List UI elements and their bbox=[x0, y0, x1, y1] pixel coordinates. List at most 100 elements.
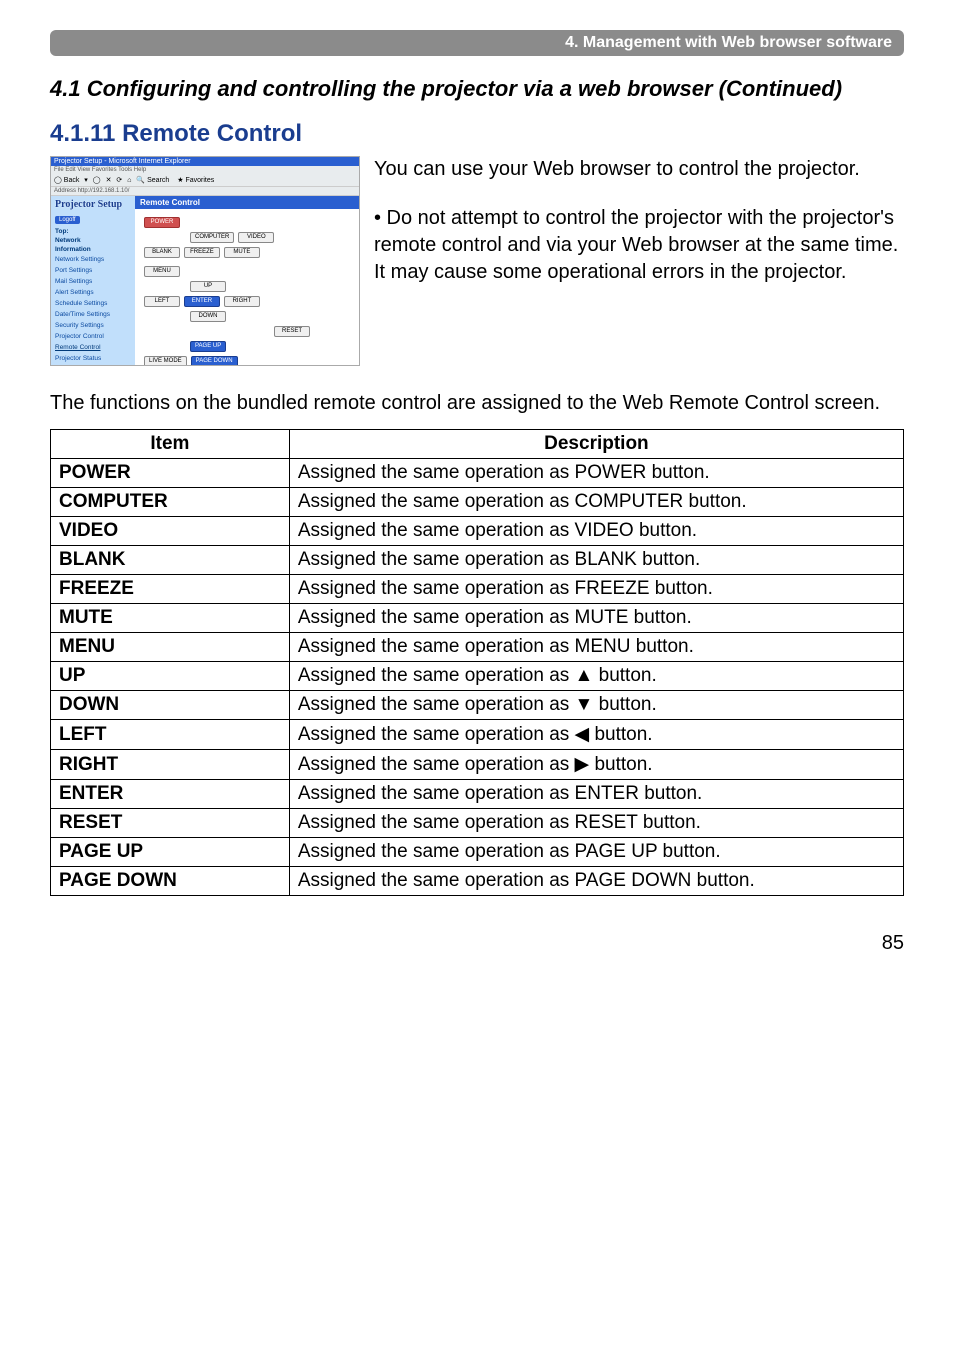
table-cell-desc: Assigned the same operation as ◀ button. bbox=[289, 720, 903, 750]
table-row: POWERAssigned the same operation as POWE… bbox=[51, 459, 904, 488]
table-cell-desc: Assigned the same operation as PAGE UP b… bbox=[289, 838, 903, 867]
ss-btn-left: LEFT bbox=[144, 296, 180, 307]
ss-nav-item: Projector Status bbox=[55, 353, 131, 364]
table-cell-desc: Assigned the same operation as MENU butt… bbox=[289, 633, 903, 662]
ss-btn-enter: ENTER bbox=[184, 296, 220, 307]
section-title: 4.1 Configuring and controlling the proj… bbox=[50, 76, 904, 102]
table-row: ENTERAssigned the same operation as ENTE… bbox=[51, 780, 904, 809]
ss-address-bar: Address http://192.168.1.10/ bbox=[51, 187, 359, 196]
ss-btn-menu: MENU bbox=[144, 266, 180, 277]
ss-fav-btn: ★ Favorites bbox=[177, 177, 217, 184]
ss-nav-item: Date/Time Settings bbox=[55, 309, 131, 320]
ss-nav-item: Mail Settings bbox=[55, 276, 131, 287]
ss-main-panel: Remote Control POWER COMPUTER VIDEO BLAN… bbox=[135, 196, 359, 366]
page-number: 85 bbox=[50, 932, 904, 955]
ss-nav-item: Security Settings bbox=[55, 320, 131, 331]
ss-btn-pagedown: PAGE DOWN bbox=[191, 356, 238, 366]
table-row: COMPUTERAssigned the same operation as C… bbox=[51, 488, 904, 517]
function-table: Item Description POWERAssigned the same … bbox=[50, 429, 904, 896]
ss-nav-item: Port Settings bbox=[55, 265, 131, 276]
th-desc: Description bbox=[289, 430, 903, 459]
ss-nav-information: Information bbox=[55, 245, 131, 254]
table-cell-item: PAGE DOWN bbox=[51, 867, 290, 896]
table-row: UPAssigned the same operation as ▲ butto… bbox=[51, 662, 904, 691]
ss-btn-blank: BLANK bbox=[144, 247, 180, 258]
table-row: MUTEAssigned the same operation as MUTE … bbox=[51, 604, 904, 633]
ss-btn-livemode: LIVE MODE bbox=[144, 356, 187, 366]
ss-btn-down: DOWN bbox=[190, 311, 226, 322]
table-cell-desc: Assigned the same operation as BLANK but… bbox=[289, 546, 903, 575]
table-cell-desc: Assigned the same operation as FREEZE bu… bbox=[289, 575, 903, 604]
table-row: RIGHTAssigned the same operation as ▶ bu… bbox=[51, 750, 904, 780]
body-text: The functions on the bundled remote cont… bbox=[50, 390, 904, 417]
table-row: DOWNAssigned the same operation as ▼ but… bbox=[51, 691, 904, 720]
table-row: VIDEOAssigned the same operation as VIDE… bbox=[51, 517, 904, 546]
table-cell-item: BLANK bbox=[51, 546, 290, 575]
table-cell-item: ENTER bbox=[51, 780, 290, 809]
ss-sidebar: Projector Setup Logoff Top: Network Info… bbox=[51, 196, 135, 366]
ss-nav-item: Projector Control bbox=[55, 331, 131, 342]
ss-refresh-icon: ⟳ bbox=[116, 177, 122, 184]
intro-p1: You can use your Web browser to control … bbox=[374, 156, 904, 183]
ss-btn-computer: COMPUTER bbox=[190, 232, 234, 243]
ss-btn-pageup: PAGE UP bbox=[190, 341, 226, 352]
table-cell-item: RESET bbox=[51, 809, 290, 838]
table-cell-item: RIGHT bbox=[51, 750, 290, 780]
table-cell-item: LEFT bbox=[51, 720, 290, 750]
table-cell-item: MUTE bbox=[51, 604, 290, 633]
table-cell-item: PAGE UP bbox=[51, 838, 290, 867]
ss-nav-item: Schedule Settings bbox=[55, 298, 131, 309]
table-cell-item: DOWN bbox=[51, 691, 290, 720]
ss-btn-video: VIDEO bbox=[238, 232, 274, 243]
ss-main-header: Remote Control bbox=[135, 196, 359, 209]
ss-nav-item: Network Settings bbox=[55, 254, 131, 265]
table-cell-item: VIDEO bbox=[51, 517, 290, 546]
ss-nav-item: Network Restart bbox=[55, 364, 131, 366]
ss-setup-title: Projector Setup bbox=[55, 199, 131, 210]
ss-home-icon: ⌂ bbox=[127, 177, 131, 184]
ss-nav-item: Alert Settings bbox=[55, 287, 131, 298]
table-row: PAGE DOWNAssigned the same operation as … bbox=[51, 867, 904, 896]
ss-stop-icon: ✕ bbox=[106, 177, 112, 184]
table-row: RESETAssigned the same operation as RESE… bbox=[51, 809, 904, 838]
table-cell-desc: Assigned the same operation as RESET but… bbox=[289, 809, 903, 838]
table-cell-desc: Assigned the same operation as VIDEO but… bbox=[289, 517, 903, 546]
th-item: Item bbox=[51, 430, 290, 459]
ss-fwd-icon: ◯ bbox=[93, 177, 101, 184]
ss-window-title: Projector Setup - Microsoft Internet Exp… bbox=[51, 157, 359, 166]
table-row: MENUAssigned the same operation as MENU … bbox=[51, 633, 904, 662]
table-cell-desc: Assigned the same operation as ▶ button. bbox=[289, 750, 903, 780]
table-cell-desc: Assigned the same operation as ENTER but… bbox=[289, 780, 903, 809]
ss-btn-right: RIGHT bbox=[224, 296, 260, 307]
ss-btn-up: UP bbox=[190, 281, 226, 292]
table-cell-item: MENU bbox=[51, 633, 290, 662]
chapter-header: 4. Management with Web browser software bbox=[50, 30, 904, 56]
table-cell-desc: Assigned the same operation as PAGE DOWN… bbox=[289, 867, 903, 896]
ss-btn-mute: MUTE bbox=[224, 247, 260, 258]
subsection-title: 4.1.11 Remote Control bbox=[50, 120, 904, 148]
table-cell-item: COMPUTER bbox=[51, 488, 290, 517]
table-row: LEFTAssigned the same operation as ◀ but… bbox=[51, 720, 904, 750]
table-cell-desc: Assigned the same operation as ▼ button. bbox=[289, 691, 903, 720]
table-cell-desc: Assigned the same operation as COMPUTER … bbox=[289, 488, 903, 517]
ss-btn-freeze: FREEZE bbox=[184, 247, 220, 258]
intro-text: You can use your Web browser to control … bbox=[374, 156, 904, 308]
ss-nav-item-selected: Remote Control bbox=[55, 342, 131, 353]
table-cell-item: UP bbox=[51, 662, 290, 691]
table-cell-item: POWER bbox=[51, 459, 290, 488]
ss-menubar: File Edit View Favorites Tools Help bbox=[51, 166, 359, 174]
ss-btn-power: POWER bbox=[144, 217, 180, 228]
table-row: FREEZEAssigned the same operation as FRE… bbox=[51, 575, 904, 604]
screenshot-browser-window: Projector Setup - Microsoft Internet Exp… bbox=[50, 156, 360, 366]
ss-back-btn: ◯ Back ▾ bbox=[54, 177, 88, 184]
ss-btn-reset: RESET bbox=[274, 326, 310, 337]
table-cell-desc: Assigned the same operation as ▲ button. bbox=[289, 662, 903, 691]
ss-logoff-button: Logoff bbox=[55, 216, 80, 224]
ss-nav-network: Network bbox=[55, 236, 131, 245]
ss-toolbar: ◯ Back ▾ ◯ ✕ ⟳ ⌂ 🔍 Search ★ Favorites bbox=[51, 174, 359, 187]
ss-search-btn: 🔍 Search bbox=[136, 177, 172, 184]
ss-nav-top: Top: bbox=[55, 227, 131, 236]
table-cell-item: FREEZE bbox=[51, 575, 290, 604]
intro-p2: • Do not attempt to control the projecto… bbox=[374, 205, 904, 286]
table-cell-desc: Assigned the same operation as POWER but… bbox=[289, 459, 903, 488]
